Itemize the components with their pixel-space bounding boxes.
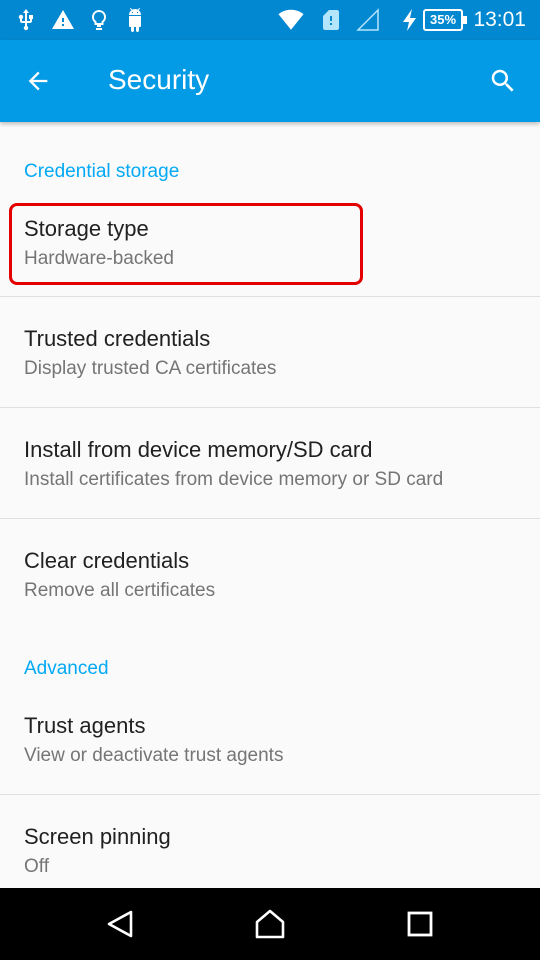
pref-clear-credentials[interactable]: Clear credentials Remove all certificate… <box>0 519 540 629</box>
app-bar: Security <box>0 40 540 122</box>
settings-list: Credential storage Storage type Hardware… <box>0 122 540 888</box>
pref-title: Trusted credentials <box>24 326 211 351</box>
status-time: 13:01 <box>473 8 526 31</box>
pref-summary: View or deactivate trust agents <box>24 745 284 766</box>
page-title: Security <box>108 64 210 95</box>
lightbulb-icon <box>91 9 107 30</box>
recents-icon[interactable] <box>404 908 436 940</box>
pref-install-from-storage[interactable]: Install from device memory/SD card Insta… <box>0 408 540 518</box>
pref-summary: Remove all certificates <box>24 580 216 601</box>
navigation-bar <box>0 888 540 960</box>
pref-title: Clear credentials <box>24 548 190 573</box>
charging-icon <box>403 9 416 31</box>
sim-alert-icon <box>323 10 339 30</box>
back-triangle-icon[interactable] <box>104 908 136 940</box>
pref-trusted-credentials[interactable]: Trusted credentials Display trusted CA c… <box>0 297 540 407</box>
arrow-left-icon[interactable] <box>24 67 52 95</box>
wifi-icon <box>278 9 304 30</box>
pref-title: Install from device memory/SD card <box>24 437 373 462</box>
pref-trust-agents[interactable]: Trust agents View or deactivate trust ag… <box>0 684 540 794</box>
pref-summary: Install certificates from device memory … <box>24 469 444 490</box>
warning-icon <box>52 10 74 29</box>
search-icon[interactable] <box>488 66 518 96</box>
android-icon <box>128 8 141 32</box>
pref-title: Screen pinning <box>24 824 171 849</box>
signal-icon <box>356 8 379 31</box>
pref-summary: Off <box>24 856 49 877</box>
pref-screen-pinning[interactable]: Screen pinning Off <box>0 795 540 888</box>
section-header-credential-storage: Credential storage <box>24 161 180 182</box>
pref-title: Trust agents <box>24 713 146 738</box>
battery-indicator: 35% <box>423 9 467 31</box>
status-bar: 35% 13:01 <box>0 0 540 40</box>
home-icon[interactable] <box>254 908 286 940</box>
usb-icon <box>18 9 33 31</box>
section-header-advanced: Advanced <box>24 658 109 679</box>
highlight-box <box>9 203 363 285</box>
pref-summary: Display trusted CA certificates <box>24 358 277 379</box>
